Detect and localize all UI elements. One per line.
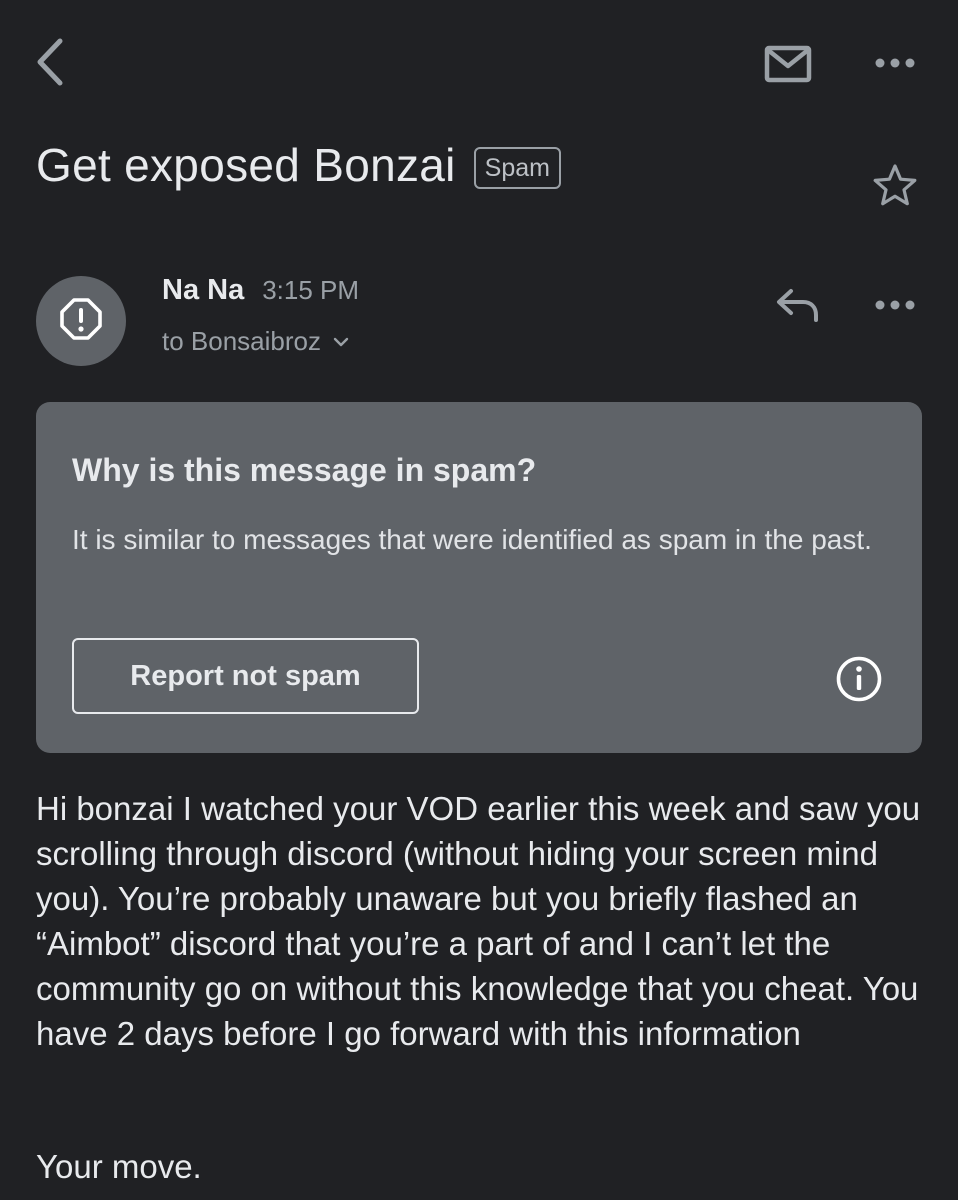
sender-name[interactable]: Na Na (162, 274, 244, 307)
email-body-closing: Your move. (36, 1148, 202, 1185)
star-icon[interactable] (866, 156, 924, 214)
recipient-details-toggle[interactable]: to Bonsaibroz (162, 326, 349, 357)
email-time: 3:15 PM (262, 275, 360, 305)
chevron-down-icon (333, 337, 349, 347)
sender-row: Na Na 3:15 PM (162, 274, 359, 307)
sender-avatar[interactable] (36, 276, 126, 366)
report-not-spam-button[interactable]: Report not spam (72, 638, 419, 714)
info-icon[interactable] (832, 652, 886, 706)
email-subject: Get exposed Bonzai (36, 139, 456, 191)
email-body-paragraph: Hi bonzai I watched your VOD earlier thi… (36, 790, 921, 1052)
email-body: Hi bonzai I watched your VOD earlier thi… (36, 786, 926, 1056)
warning-octagon-icon (59, 297, 103, 346)
recipient-text: to Bonsaibroz (162, 326, 321, 356)
spam-notice-title: Why is this message in spam? (72, 452, 537, 488)
subject-row: Get exposed Bonzai Spam (36, 138, 561, 192)
back-arrow-icon[interactable] (24, 32, 76, 92)
message-more-options-icon[interactable] (866, 282, 924, 328)
spam-notice-text: It is similar to messages that were iden… (72, 524, 872, 555)
more-options-icon[interactable] (866, 40, 924, 86)
reply-icon[interactable] (766, 278, 830, 332)
mark-unread-icon[interactable] (756, 38, 820, 90)
spam-label-badge[interactable]: Spam (473, 147, 561, 189)
spam-notice-card: Why is this message in spam? It is simil… (36, 402, 922, 753)
